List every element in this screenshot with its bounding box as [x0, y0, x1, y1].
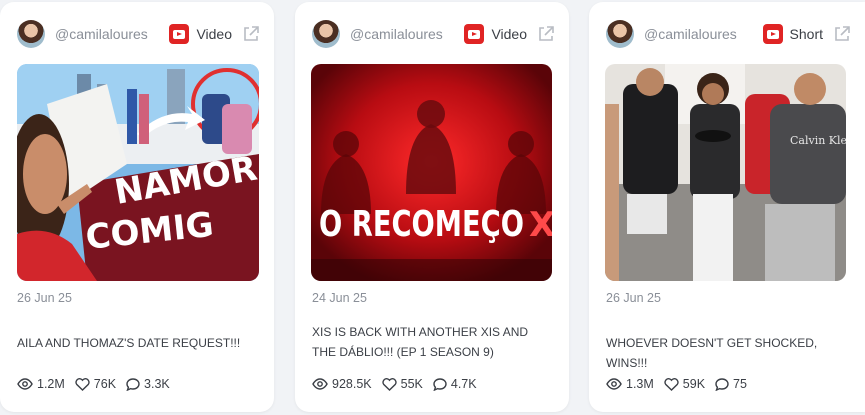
content-type-label: Video: [196, 26, 232, 42]
publish-date: 26 Jun 25: [17, 291, 72, 305]
engagement-stats: 1.2M 76K 3.3K: [17, 377, 180, 391]
video-title[interactable]: AILA AND THOMAZ'S DATE REQUEST!!!: [17, 333, 256, 353]
engagement-stats: 1.3M 59K 75: [606, 377, 757, 391]
eye-icon: [312, 378, 328, 390]
heart-icon: [381, 377, 397, 391]
eye-icon: [606, 378, 622, 390]
youtube-icon: [762, 24, 783, 44]
creator-handle[interactable]: @camilaloures: [55, 26, 169, 42]
likes-count: 76K: [93, 377, 117, 391]
likes-count: 55K: [400, 377, 423, 391]
avatar[interactable]: [17, 20, 45, 48]
youtube-icon: [464, 24, 485, 44]
engagement-stats: 928.5K 55K 4.7K: [312, 377, 487, 391]
views-stat: 1.3M: [606, 377, 654, 391]
views-stat: 928.5K: [312, 377, 372, 391]
comments-count: 3.3K: [144, 377, 170, 391]
content-type-label: Video: [491, 26, 527, 42]
heart-icon: [75, 377, 90, 391]
card-header: @camilaloures Video: [17, 18, 260, 50]
publish-date: 24 Jun 25: [312, 291, 367, 305]
youtube-icon: [169, 24, 190, 44]
card-header: @camilaloures Video: [312, 18, 555, 50]
comments-count: 75: [733, 377, 747, 391]
thumbnail-text-line: Calvin Klein: [790, 134, 846, 147]
comments-stat: 75: [715, 377, 747, 391]
comment-icon: [433, 377, 447, 391]
creator-handle[interactable]: @camilaloures: [644, 26, 763, 42]
views-count: 1.2M: [37, 377, 65, 391]
likes-stat: 59K: [664, 377, 705, 391]
thumbnail-text-line: X: [529, 205, 552, 245]
video-thumbnail[interactable]: O RECOMEÇO X: [311, 64, 552, 281]
card-header: @camilaloures Short: [606, 18, 851, 50]
likes-stat: 55K: [381, 377, 423, 391]
video-card[interactable]: @camilaloures Short Calvin Kle 26 Jun 25…: [589, 2, 865, 412]
content-type-badge: Video: [169, 24, 242, 44]
avatar[interactable]: [312, 20, 340, 48]
video-title[interactable]: XIS IS BACK WITH ANOTHER XIS AND THE DÁB…: [312, 322, 551, 362]
likes-stat: 76K: [75, 377, 116, 391]
external-link-icon[interactable]: [537, 25, 555, 43]
thumbnail-text-line: O RECOMEÇO: [319, 204, 524, 245]
eye-icon: [17, 378, 33, 390]
likes-count: 59K: [682, 377, 706, 391]
external-link-icon[interactable]: [833, 25, 851, 43]
video-card[interactable]: @camilaloures Video: [0, 2, 274, 412]
views-stat: 1.2M: [17, 377, 65, 391]
comment-icon: [715, 377, 729, 391]
video-thumbnail[interactable]: Calvin Klein: [605, 64, 846, 281]
video-thumbnail[interactable]: NAMOR COMIG: [17, 64, 259, 281]
heart-icon: [664, 377, 679, 391]
video-title[interactable]: WHOEVER DOESN'T GET SHOCKED, WINS!!!: [606, 333, 847, 373]
external-link-icon[interactable]: [242, 25, 260, 43]
content-type-badge: Video: [464, 24, 537, 44]
views-count: 1.3M: [626, 377, 654, 391]
comments-stat: 4.7K: [433, 377, 477, 391]
publish-date: 26 Jun 25: [606, 291, 661, 305]
video-card-grid: @camilaloures Video NAMOR COMIG 26 Jun 2…: [0, 0, 865, 415]
comments-count: 4.7K: [450, 377, 477, 391]
views-count: 928.5K: [332, 377, 372, 391]
creator-handle[interactable]: @camilaloures: [350, 26, 464, 42]
video-card[interactable]: @camilaloures Video: [295, 2, 569, 412]
avatar[interactable]: [606, 20, 634, 48]
content-type-badge: Short: [762, 24, 833, 44]
comments-stat: 3.3K: [126, 377, 170, 391]
content-type-label: Short: [789, 26, 823, 42]
comment-icon: [126, 377, 140, 391]
